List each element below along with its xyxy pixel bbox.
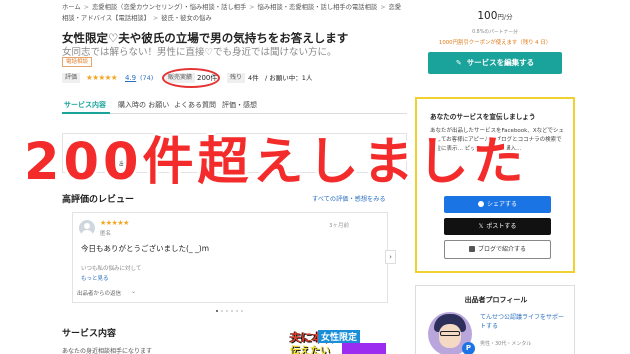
reviewer-name: 匿名 [100,231,112,237]
thumbnail-decoration [342,343,386,354]
chevron-down-icon[interactable]: ⌄ [131,288,136,295]
carousel-dot[interactable] [226,310,228,312]
service-tabs: サービス内容 購入時の お願い よくある質問 評価・感想 [62,100,407,114]
rating-value[interactable]: 4.9 [125,71,136,85]
tab-reviews[interactable]: 評価・感想 [222,100,257,110]
breadcrumb-separator: > [380,4,386,11]
edit-service-button[interactable]: ✎ サービスを編集する [428,52,562,74]
x-post-button[interactable]: 𝕏 ポストする [444,218,551,235]
promote-heading: あなたのサービスを宣伝しましょう [430,113,536,121]
review-excerpt: いつも私の悩みに対して [81,266,142,272]
seller-reply-toggle[interactable]: 出品者からの返信 [77,289,121,297]
breadcrumb-current[interactable]: 彼氏・彼女の悩み [161,15,211,22]
facebook-icon [477,201,484,207]
blog-share-button[interactable]: ブログで紹介する [444,240,551,259]
price-display: 100円/分 [435,10,555,22]
thumbnail-line2: 伝えたい [290,346,330,354]
price-value: 100 [477,10,498,22]
tab-purchase-notes[interactable]: 購入時の お願い [118,100,169,110]
read-more-link[interactable]: もっと見る [81,274,109,282]
seller-info: 男性・30代・メンタル [480,341,532,347]
price-unit: 円/分 [497,13,513,21]
service-meta-row: 評価 ★★★★★ 4.9 (74) 販売実績 200件 残り 4件 / お願い中… [62,71,407,85]
service-thumbnail[interactable]: 夫に本音 女性限定 伝えたい [282,329,390,354]
breadcrumb-separator: > [83,4,89,11]
blog-icon [468,246,475,252]
x-post-label: ポストする [486,223,517,230]
service-content-heading: サービス内容 [62,329,117,339]
avatar-face [439,324,461,348]
pending-requests: / お願い中：1人 [265,74,313,82]
fee-note: 0.8%のパートナー分 [472,30,518,35]
facebook-share-label: シェアする [486,201,517,208]
breadcrumb-home[interactable]: ホーム [62,4,81,11]
remaining-tag: 残り [227,73,246,83]
carousel-dot[interactable] [221,310,223,312]
sales-highlight-circle [162,68,220,88]
review-count[interactable]: (74) [140,71,153,85]
facebook-share-button[interactable]: シェアする [444,196,551,213]
rating-stars-icon: ★★★★★ [86,73,118,82]
carousel-dot[interactable] [241,310,243,312]
active-tab-indicator [62,112,110,114]
carousel-dots [216,310,256,314]
rating-tag: 評価 [62,73,81,83]
rank-badge-icon: P [462,342,475,354]
avatar-glasses [440,331,460,336]
review-text: 今日もありがとうございました(_ _)m [81,244,210,253]
remaining-count: 4件 [248,74,259,82]
carousel-dot[interactable] [236,310,238,312]
tab-faq[interactable]: よくある質問 [174,100,216,110]
breadcrumb-subcategory[interactable]: 悩み相談・恋愛相談・話し相手の電話相談 [258,4,378,11]
phone-consult-badge: 電話相談 [62,57,93,67]
breadcrumb-category[interactable]: 恋愛相談（恋愛カウンセリング）・悩み相談・話し相手 [92,4,246,11]
x-icon: 𝕏 [478,223,484,230]
reviewer-avatar-icon [79,220,95,236]
breadcrumb: ホーム > 恋愛相談（恋愛カウンセリング）・悩み相談・話し相手 > 悩み相談・恋愛相談・… [62,2,402,24]
review-date: 3ヶ月前 [329,223,349,229]
carousel-dot[interactable] [216,310,218,312]
pencil-icon: ✎ [455,59,462,67]
edit-service-label: サービスを編集する [466,58,535,67]
breadcrumb-separator: > [249,4,255,11]
service-content-text: あなたの身近相談相手になります [62,348,153,354]
tab-service-content[interactable]: サービス内容 [64,100,106,110]
coupon-notice[interactable]: 1000円割引クーポンが使えます（残り 4 日） [415,38,575,46]
breadcrumb-separator: > [152,15,159,22]
celebration-overlay-text: 200件超えしました [24,133,528,192]
seller-profile-panel: 出品者プロフィール P てんせつ公認議ライフをサポートする 男性・30代・メンタ… [415,285,575,354]
carousel-dot[interactable] [231,310,233,312]
review-stars-icon: ★★★★★ [100,219,129,227]
review-next-button[interactable]: › [385,250,396,264]
seller-blurb[interactable]: てんせつ公認議ライフをサポートする [480,313,564,331]
blog-share-label: ブログで紹介する [477,246,526,253]
review-card: ★★★★★ 匿名 3ヶ月前 今日もありがとうございました(_ _)m いつも私の… [72,212,388,303]
profile-heading: 出品者プロフィール [464,296,528,304]
see-all-reviews-link[interactable]: すべての評価・感想をみる [312,194,386,203]
service-subtitle: 女同志では解らない！男性に直接♡でも身近では聞けない方に。 [62,47,337,58]
